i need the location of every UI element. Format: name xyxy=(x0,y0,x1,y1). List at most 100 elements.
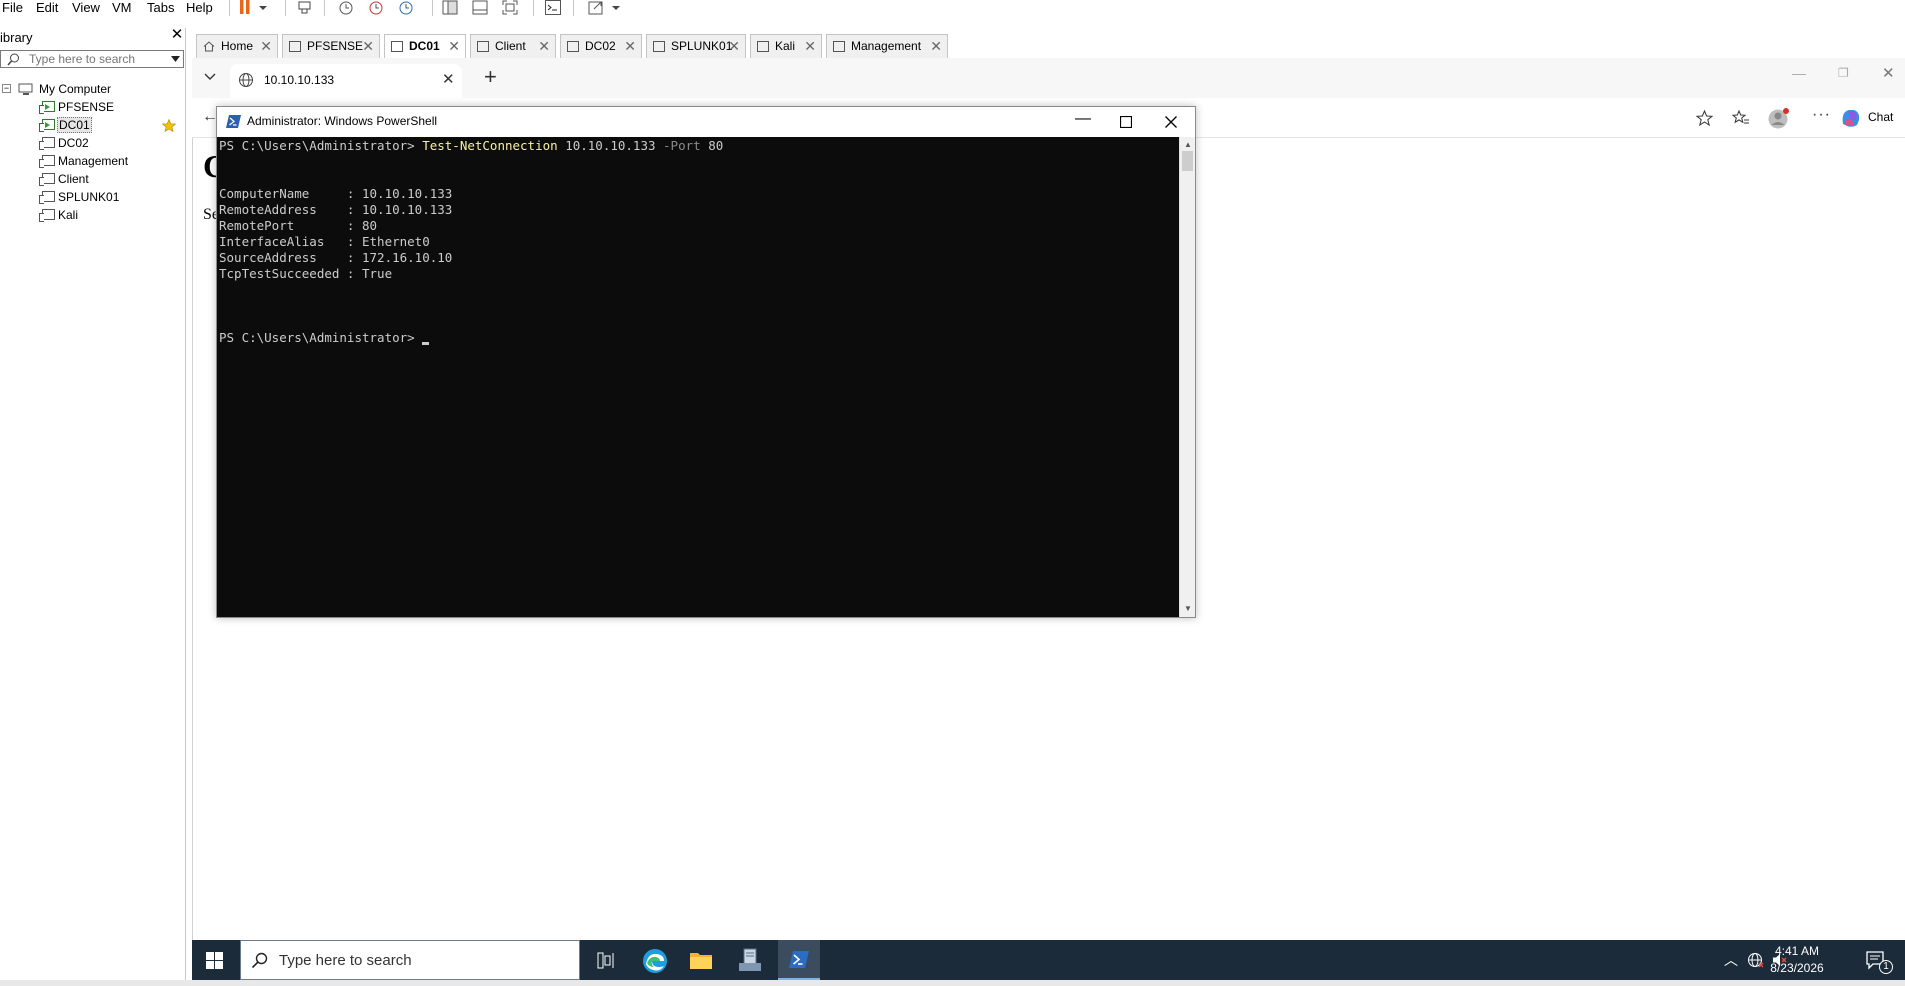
close-icon[interactable]: ✕ xyxy=(538,35,550,57)
scroll-down-arrow-icon[interactable]: ▼ xyxy=(1184,604,1192,613)
taskbar-powershell-button[interactable] xyxy=(778,940,820,980)
vmware-status-bar xyxy=(0,980,1905,986)
library-title: ibrary xyxy=(0,30,33,45)
close-icon[interactable]: ✕ xyxy=(804,35,816,57)
tab-label: Management xyxy=(851,39,922,53)
windows-start-icon[interactable] xyxy=(206,952,223,969)
tree-item-dc02[interactable]: DC02 xyxy=(39,134,180,152)
vm-icon xyxy=(39,209,55,222)
star-icon[interactable] xyxy=(162,119,176,132)
close-icon[interactable]: ✕ xyxy=(930,35,942,57)
tab-pfsense[interactable]: PFSENSE ✕ xyxy=(282,34,380,58)
chevron-down-icon[interactable] xyxy=(204,73,216,81)
menu-edit[interactable]: Edit xyxy=(36,0,58,16)
vm-icon xyxy=(39,191,55,204)
minimize-icon[interactable]: — xyxy=(1075,110,1091,128)
tab-kali[interactable]: Kali ✕ xyxy=(750,34,822,58)
tab-dc02[interactable]: DC02 ✕ xyxy=(560,34,642,58)
new-tab-button[interactable]: + xyxy=(484,64,497,90)
tab-splunk01[interactable]: SPLUNK01 ✕ xyxy=(646,34,746,58)
tab-client[interactable]: Client ✕ xyxy=(470,34,556,58)
menu-view[interactable]: View xyxy=(72,0,100,16)
menu-help[interactable]: Help xyxy=(186,0,213,16)
chevron-down-icon[interactable] xyxy=(171,56,180,62)
full-screen-icon[interactable] xyxy=(502,0,518,15)
close-icon[interactable]: ✕ xyxy=(260,35,272,57)
library-search-box[interactable] xyxy=(0,50,184,68)
chevron-down-icon[interactable] xyxy=(258,0,268,15)
snapshot-manager-icon[interactable] xyxy=(398,0,414,15)
console-command: Test-NetConnection xyxy=(422,138,558,153)
close-icon[interactable]: ✕ xyxy=(624,35,636,57)
powershell-titlebar[interactable]: Administrator: Windows PowerShell — xyxy=(217,107,1195,137)
toolbar-separator xyxy=(432,0,433,16)
library-search-input[interactable] xyxy=(29,52,169,66)
favorite-star-icon[interactable] xyxy=(1696,110,1713,127)
powershell-icon xyxy=(226,115,241,128)
close-icon[interactable]: ✕ xyxy=(362,35,374,57)
console-result-line: SourceAddress : 172.16.10.10 xyxy=(219,250,453,265)
thumbnail-bar-icon[interactable] xyxy=(472,0,488,15)
browser-tab[interactable]: 10.10.10.133 ✕ xyxy=(230,64,462,98)
tab-home[interactable]: Home ✕ xyxy=(196,34,278,58)
copilot-icon[interactable] xyxy=(1840,108,1862,128)
toolbar-separator xyxy=(573,0,574,16)
close-icon[interactable] xyxy=(1165,116,1177,128)
more-options-icon[interactable]: ··· xyxy=(1812,106,1831,124)
chat-button[interactable]: Chat xyxy=(1868,110,1893,124)
stretch-guest-icon[interactable] xyxy=(588,0,604,15)
close-icon[interactable]: ✕ xyxy=(728,35,740,57)
task-view-icon[interactable] xyxy=(597,952,615,969)
send-ctrl-alt-del-icon[interactable] xyxy=(297,0,313,15)
restore-icon[interactable]: ❐ xyxy=(1838,66,1849,80)
tree-item-my-computer[interactable]: − My Computer xyxy=(2,80,182,98)
scrollbar-thumb[interactable] xyxy=(1182,151,1193,171)
tree-item-label: DC01 xyxy=(57,117,92,133)
vm-icon xyxy=(39,137,55,150)
close-icon[interactable]: ✕ xyxy=(442,70,455,88)
tab-label: SPLUNK01 xyxy=(671,39,733,53)
browser-tab-strip: 10.10.10.133 ✕ + — ❐ ✕ xyxy=(192,58,1905,98)
file-explorer-icon[interactable] xyxy=(689,949,713,971)
computer-icon xyxy=(18,83,33,95)
powershell-console[interactable]: PS C:\Users\Administrator> Test-NetConne… xyxy=(217,137,1179,617)
console-view-icon[interactable] xyxy=(545,0,561,15)
favorites-icon[interactable] xyxy=(1732,110,1750,127)
snapshot-icon[interactable] xyxy=(338,0,354,15)
menu-tabs[interactable]: Tabs xyxy=(147,0,174,16)
edge-browser-icon[interactable] xyxy=(642,948,668,974)
profile-avatar-icon[interactable] xyxy=(1767,107,1791,129)
show-library-icon[interactable] xyxy=(442,0,458,15)
console-result-line: ComputerName : 10.10.10.133 xyxy=(219,186,453,201)
collapse-icon[interactable]: − xyxy=(2,84,11,93)
close-icon[interactable]: ✕ xyxy=(448,35,460,57)
minimize-icon[interactable]: — xyxy=(1792,65,1806,81)
tree-item-splunk01[interactable]: SPLUNK01 xyxy=(39,188,180,206)
console-scrollbar[interactable]: ▲ ▼ xyxy=(1179,137,1195,617)
pause-icon[interactable] xyxy=(237,0,253,15)
powershell-window[interactable]: Administrator: Windows PowerShell — PS C… xyxy=(216,106,1196,618)
tree-item-pfsense[interactable]: PFSENSE xyxy=(39,98,180,116)
tab-management[interactable]: Management ✕ xyxy=(826,34,948,58)
tree-item-kali[interactable]: Kali xyxy=(39,206,180,224)
menu-file[interactable]: File xyxy=(2,0,23,16)
tab-label: DC01 xyxy=(409,39,440,53)
maximize-icon[interactable] xyxy=(1120,116,1132,128)
server-manager-icon[interactable] xyxy=(738,948,762,972)
home-icon xyxy=(203,41,215,52)
chevron-down-icon[interactable] xyxy=(611,0,621,15)
vm-icon xyxy=(833,41,845,52)
revert-snapshot-icon[interactable] xyxy=(368,0,384,15)
vm-running-icon xyxy=(289,41,301,52)
tree-item-management[interactable]: Management xyxy=(39,152,180,170)
taskbar-clock[interactable]: 4:41 AM 8/23/2026 xyxy=(1762,943,1832,977)
taskbar-search-box[interactable]: Type here to search xyxy=(240,940,580,980)
tab-dc01[interactable]: DC01 ✕ xyxy=(384,34,466,58)
tree-item-client[interactable]: Client xyxy=(39,170,180,188)
tree-item-dc01[interactable]: DC01 xyxy=(39,116,180,134)
show-hidden-icons-chevron-icon[interactable]: ︿ xyxy=(1724,950,1738,970)
close-icon[interactable]: ✕ xyxy=(1882,64,1895,82)
close-icon[interactable]: ✕ xyxy=(170,27,184,42)
scroll-up-arrow-icon[interactable]: ▲ xyxy=(1184,140,1192,149)
menu-vm[interactable]: VM xyxy=(112,0,132,16)
